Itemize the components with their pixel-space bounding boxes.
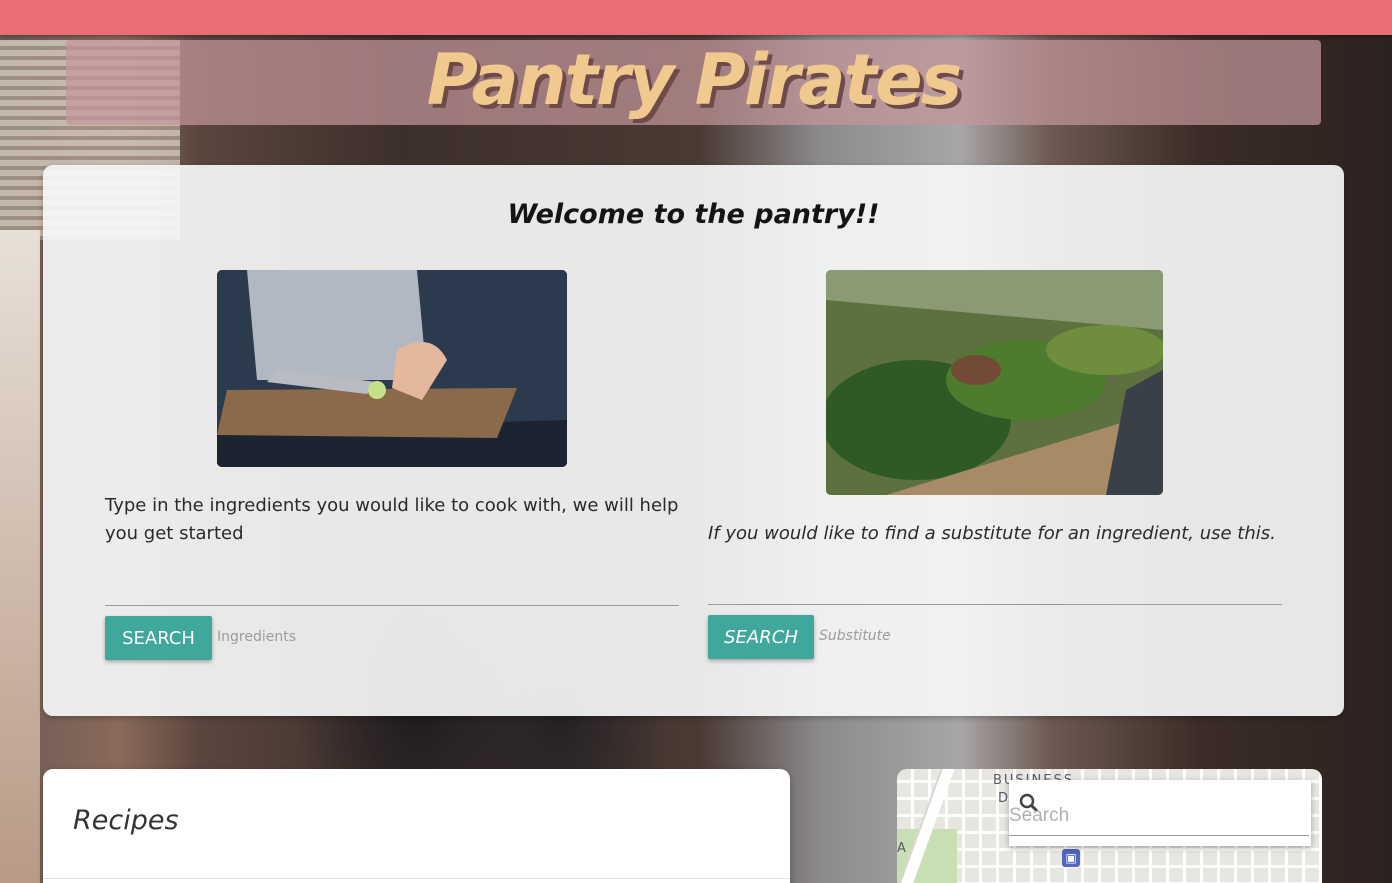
title-banner: Pantry Pirates [66, 39, 1321, 125]
top-navbar [0, 0, 1392, 35]
welcome-card: Welcome to the pantry!! Type in the ingr… [43, 165, 1344, 716]
recipes-card: Recipes [43, 769, 790, 883]
vegetables-photo [826, 270, 1163, 495]
background-wall [0, 230, 40, 883]
substitute-label: Substitute [819, 628, 891, 644]
chopping-board-photo [217, 270, 567, 467]
map-search-input[interactable] [1009, 796, 1309, 836]
map-search-box [1009, 780, 1311, 846]
ingredients-label: Ingredients [217, 629, 296, 645]
substitute-input[interactable] [708, 604, 1282, 605]
ingredients-description: Type in the ingredients you would like t… [105, 495, 679, 544]
site-title: Pantry Pirates [426, 39, 963, 121]
ingredients-input[interactable] [105, 605, 679, 606]
recipes-divider [43, 878, 790, 879]
substitute-description: If you would like to find a substitute f… [708, 523, 1276, 544]
map-label-a: A [897, 841, 908, 856]
substitute-search-button[interactable]: SEARCH [708, 615, 814, 659]
ingredients-search-button[interactable]: SEARCH [105, 616, 212, 660]
train-station-icon[interactable]: ▣ [1062, 849, 1080, 867]
welcome-heading: Welcome to the pantry!! [507, 199, 880, 230]
recipes-heading: Recipes [73, 805, 179, 836]
